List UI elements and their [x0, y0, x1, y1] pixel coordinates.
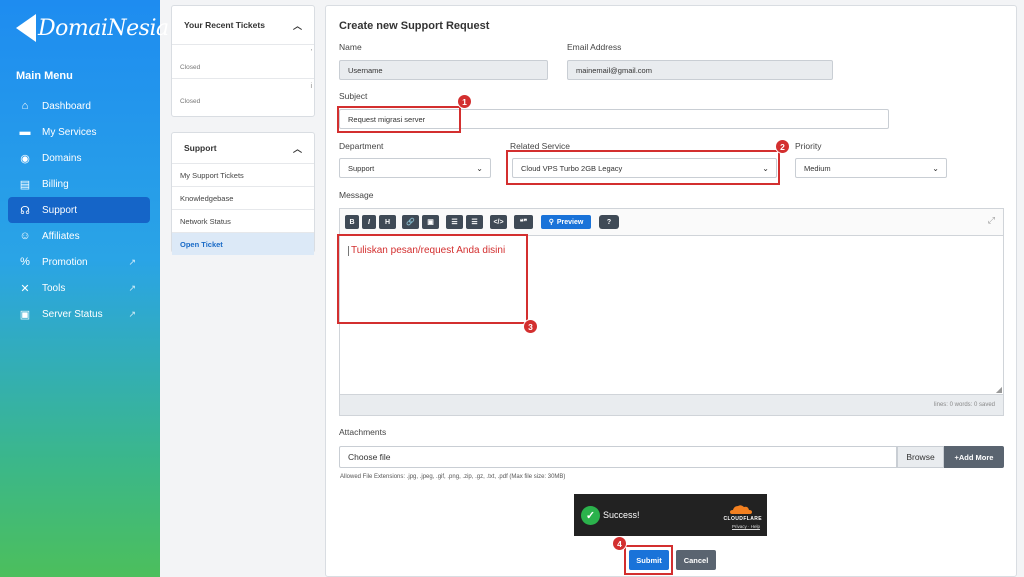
brand-name: DomaiNesia — [38, 15, 169, 41]
support-item-my-tickets[interactable]: My Support Tickets — [172, 163, 314, 186]
external-link-icon: ↗ — [128, 308, 136, 319]
italic-button[interactable]: I — [362, 215, 376, 229]
percent-icon: % — [20, 256, 30, 268]
annotation-badge-4: 4 — [612, 536, 627, 551]
sidebar-item-billing[interactable]: ▤ Billing — [8, 171, 150, 197]
file-input[interactable]: Choose file — [339, 446, 897, 468]
sidebar-item-affiliates[interactable]: ☺ Affiliates — [8, 223, 150, 249]
sidebar-item-label: Support — [42, 204, 78, 216]
support-item-knowledgebase[interactable]: Knowledgebase — [172, 186, 314, 209]
sidebar-item-domains[interactable]: ◉ Domains — [8, 145, 150, 171]
sidebar-item-tools[interactable]: ✕ Tools ↗ — [8, 275, 150, 301]
recent-tickets-header[interactable]: Your Recent Tickets ︿ — [172, 6, 314, 44]
cancel-button[interactable]: Cancel — [676, 550, 716, 570]
sidebar-item-label: Tools — [42, 282, 66, 294]
server-icon: ▬ — [19, 126, 31, 138]
annotation-box-message — [337, 234, 528, 324]
support-item-network-status[interactable]: Network Status — [172, 209, 314, 232]
ticket-status: Closed — [180, 64, 201, 71]
sidebar-item-label: Dashboard — [42, 100, 91, 112]
cloudflare-captcha[interactable]: ✓ Success! CLOUDFLARE Privacy · Help — [574, 494, 767, 536]
annotation-badge-1: 1 — [457, 94, 472, 109]
recent-tickets-panel: Your Recent Tickets ︿ ' Closed i Closed — [171, 5, 315, 117]
globe-icon: ◉ — [20, 152, 30, 165]
editor-toolbar: B I H 🔗 ▣ ☰ ☰ </> ❝❞ ⚲ Preview ? ⤢ — [339, 208, 1004, 235]
code-button[interactable]: </> — [490, 215, 507, 229]
annotation-box-related-service — [506, 150, 780, 185]
sidebar-item-server-status[interactable]: ▣ Server Status ↗ — [8, 301, 150, 327]
sidebar-item-support[interactable]: ☊ Support — [8, 197, 150, 223]
main-menu-title: Main Menu — [16, 70, 73, 82]
sidebar-item-label: Affiliates — [42, 230, 80, 242]
add-more-button[interactable]: +Add More — [944, 446, 1004, 468]
privacy-help-links[interactable]: Privacy · Help — [732, 524, 760, 529]
annotation-badge-2: 2 — [775, 139, 790, 154]
sidebar-item-promotion[interactable]: % Promotion ↗ — [8, 249, 150, 275]
brand-logo[interactable]: DomaiNesia — [16, 14, 169, 42]
sidebar-item-label: Domains — [42, 152, 82, 164]
preview-label: Preview — [556, 218, 584, 226]
sidebar-item-label: Promotion — [42, 256, 88, 268]
logo-arrow-icon — [16, 14, 36, 42]
sidebar-item-dashboard[interactable]: ⌂ Dashboard — [8, 93, 150, 119]
sidebar-item-label: Server Status — [42, 308, 103, 320]
headset-icon: ☊ — [20, 204, 30, 217]
external-link-icon: ↗ — [128, 256, 136, 267]
numbered-list-button[interactable]: ☰ — [466, 215, 483, 229]
fullscreen-icon[interactable]: ⤢ — [988, 215, 995, 226]
quote-button[interactable]: ❝❞ — [514, 215, 533, 229]
check-icon: ✓ — [581, 506, 600, 525]
recent-tickets-title: Your Recent Tickets — [184, 20, 265, 30]
bullet-list-button[interactable]: ☰ — [446, 215, 463, 229]
sidebar: DomaiNesia Main Menu ⌂ Dashboard ▬ My Se… — [0, 0, 169, 577]
support-panel-title: Support — [184, 143, 217, 153]
browse-button[interactable]: Browse — [897, 446, 944, 468]
marker-icon: ' — [310, 49, 312, 56]
ticket-status: Closed — [180, 98, 201, 105]
captcha-status: Success! — [603, 510, 640, 520]
annotation-box-subject — [337, 106, 461, 133]
bold-button[interactable]: B — [345, 215, 359, 229]
home-icon: ⌂ — [21, 100, 29, 112]
marker-icon: i — [310, 83, 312, 90]
cloudflare-cloud-icon — [730, 505, 752, 514]
list-item[interactable]: i Closed — [172, 78, 314, 112]
support-panel-header[interactable]: Support ︿ — [172, 133, 314, 163]
annotation-badge-3: 3 — [523, 319, 538, 334]
heading-button[interactable]: H — [379, 215, 396, 229]
sidebar-menu: ⌂ Dashboard ▬ My Services ◉ Domains ▤ Bi… — [8, 93, 150, 327]
search-icon: ⚲ — [548, 219, 554, 226]
attachments-label: Attachments — [339, 427, 387, 437]
resize-handle-icon[interactable]: ◢ — [996, 385, 1002, 394]
external-link-icon: ↗ — [128, 282, 136, 293]
cloudflare-logo-text: CLOUDFLARE — [723, 516, 762, 522]
list-item[interactable]: ' Closed — [172, 44, 314, 78]
tools-icon: ✕ — [20, 282, 30, 295]
monitor-icon: ▣ — [19, 308, 31, 321]
link-button[interactable]: 🔗 — [402, 215, 419, 229]
chevron-up-icon[interactable]: ︿ — [293, 142, 302, 155]
allowed-extensions-text: Allowed File Extensions: .jpg, .jpeg, .g… — [340, 474, 566, 480]
support-item-open-ticket[interactable]: Open Ticket — [172, 232, 314, 255]
preview-button[interactable]: ⚲ Preview — [541, 215, 591, 229]
editor-status: lines: 0 words: 0 saved — [339, 395, 1004, 416]
sidebar-item-my-services[interactable]: ▬ My Services — [8, 119, 150, 145]
image-button[interactable]: ▣ — [422, 215, 439, 229]
users-icon: ☺ — [19, 230, 31, 242]
chevron-up-icon[interactable]: ︿ — [293, 19, 302, 32]
help-button[interactable]: ? — [599, 215, 619, 229]
support-panel: Support ︿ My Support Tickets Knowledgeba… — [171, 132, 315, 255]
invoice-icon: ▤ — [19, 178, 31, 191]
sidebar-item-label: My Services — [42, 126, 97, 138]
annotation-box-submit — [624, 545, 673, 575]
sidebar-item-label: Billing — [42, 178, 69, 190]
